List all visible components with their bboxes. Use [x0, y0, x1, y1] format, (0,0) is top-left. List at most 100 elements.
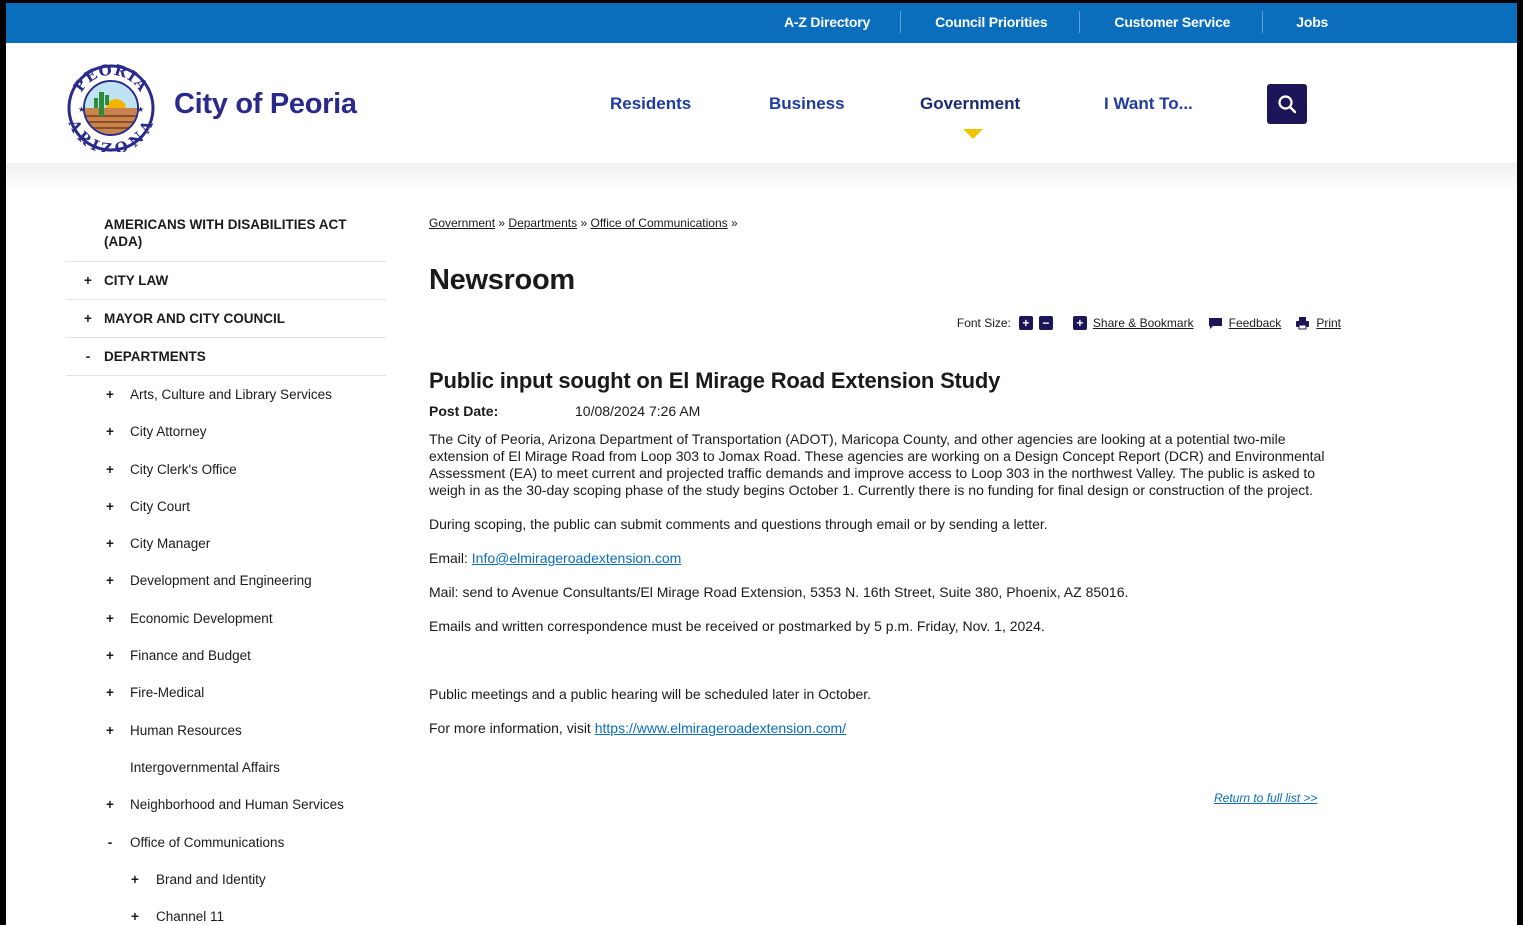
sidebar-item-label: Fire-Medical [130, 685, 205, 701]
sidebar-item-label: Channel 11 [156, 909, 225, 925]
sidebar-subitem-economic-development[interactable]: + Economic Development [66, 600, 386, 637]
sidebar-item-label: MAYOR AND CITY COUNCIL [104, 311, 286, 326]
header-shadow-band [0, 163, 1523, 193]
feedback-link[interactable]: Feedback [1229, 316, 1282, 330]
sidebar-subitem-city-attorney[interactable]: + City Attorney [66, 413, 386, 450]
expand-plus-icon[interactable]: + [104, 712, 116, 749]
sidebar-item-label: Finance and Budget [130, 648, 251, 664]
site-name[interactable]: City of Peoria [174, 88, 357, 121]
sidebar-item-ada[interactable]: AMERICANS WITH DISABILITIES ACT (ADA) [66, 216, 386, 262]
page-toolbar: Font Size: + − + Share & Bookmark Feedba… [957, 316, 1341, 330]
feedback-icon[interactable] [1208, 317, 1223, 330]
active-nav-caret-icon [963, 129, 983, 139]
sidebar-item-label: City Court [130, 498, 191, 514]
post-date-label: Post Date: [429, 403, 499, 419]
post-date-value: 10/08/2024 7:26 AM [575, 403, 701, 419]
sidebar-item-label: Human Resources [130, 722, 242, 738]
breadcrumb-separator: » [498, 216, 506, 230]
breadcrumb-link-government[interactable]: Government [429, 216, 495, 230]
more-info-link[interactable]: https://www.elmirageroadextension.com/ [595, 720, 846, 736]
utility-bar: A-Z Directory Council Priorities Custome… [0, 0, 1523, 43]
article-paragraph: Emails and written correspondence must b… [429, 618, 1045, 634]
search-icon [1278, 95, 1297, 114]
post-date: Post Date: 10/08/2024 7:26 AM [429, 403, 700, 419]
expand-plus-icon[interactable]: + [129, 898, 141, 925]
sidebar-subitem-development-engineering[interactable]: + Development and Engineering [66, 562, 386, 599]
sidebar-item-label: City Attorney [130, 424, 207, 440]
sidebar-subitem-office-of-communications[interactable]: - Office of Communications [66, 824, 386, 861]
main-content: Government » Departments » Office of Com… [429, 216, 1341, 805]
expand-plus-icon[interactable]: + [104, 525, 116, 562]
breadcrumb-link-office-of-communications[interactable]: Office of Communications [590, 216, 727, 230]
article-paragraph: During scoping, the public can submit co… [429, 516, 1048, 532]
sidebar-subitem-city-clerk[interactable]: + City Clerk's Office [66, 451, 386, 488]
nav-residents[interactable]: Residents [610, 94, 691, 114]
utility-link-jobs[interactable]: Jobs [1263, 14, 1328, 30]
article-more-info: For more information, visit https://www.… [429, 720, 1341, 737]
print-link[interactable]: Print [1316, 316, 1341, 330]
share-plus-icon[interactable]: + [1072, 316, 1087, 330]
sidebar-subitem-fire-medical[interactable]: + Fire-Medical [66, 674, 386, 711]
more-info-label: For more information, visit [429, 720, 595, 736]
page-title: Newsroom [429, 264, 575, 296]
breadcrumb-separator: » [731, 216, 738, 230]
collapse-minus-icon[interactable]: - [104, 824, 116, 861]
sidebar-item-label: City Clerk's Office [130, 461, 237, 477]
font-increase-icon[interactable]: + [1018, 316, 1033, 330]
expand-plus-icon[interactable]: + [104, 376, 116, 413]
expand-plus-icon[interactable]: + [104, 786, 116, 823]
sidebar-item-label: City Manager [130, 536, 211, 552]
sidebar-subitem-channel-11[interactable]: + Channel 11 [66, 898, 386, 925]
utility-link-az-directory[interactable]: A-Z Directory [766, 14, 900, 30]
email-link[interactable]: Info@elmirageroadextension.com [472, 550, 682, 566]
sidebar-subitem-city-manager[interactable]: + City Manager [66, 525, 386, 562]
sidebar-item-departments[interactable]: - DEPARTMENTS [66, 338, 386, 376]
sidebar-subitem-city-court[interactable]: + City Court [66, 488, 386, 525]
expand-plus-icon[interactable]: + [104, 451, 116, 488]
sidebar-item-label: Neighborhood and Human Services [130, 797, 344, 813]
search-button[interactable] [1267, 84, 1307, 124]
article-body: The City of Peoria, Arizona Department o… [429, 431, 1341, 754]
expand-plus-icon[interactable]: + [104, 600, 116, 637]
email-label: Email: [429, 550, 472, 566]
expand-plus-icon[interactable]: + [82, 300, 94, 338]
sidebar-item-city-law[interactable]: + CITY LAW [66, 262, 386, 300]
city-seal-logo[interactable]: PEORIA ARIZONA ★ ★ [66, 64, 156, 152]
sidebar-item-label: Brand and Identity [156, 871, 266, 887]
expand-plus-icon[interactable]: + [104, 488, 116, 525]
sidebar-subitem-brand-identity[interactable]: + Brand and Identity [66, 861, 386, 898]
print-icon[interactable] [1295, 316, 1310, 330]
nav-business[interactable]: Business [769, 94, 845, 114]
expand-plus-icon[interactable]: + [104, 562, 116, 599]
svg-text:★: ★ [78, 105, 85, 114]
nav-government[interactable]: Government [920, 94, 1020, 114]
sidebar-item-mayor-council[interactable]: + MAYOR AND CITY COUNCIL [66, 300, 386, 338]
expand-plus-icon[interactable]: + [104, 674, 116, 711]
sidebar-subitem-arts-culture[interactable]: + Arts, Culture and Library Services [66, 376, 386, 413]
svg-text:★: ★ [137, 105, 144, 114]
expand-plus-icon[interactable]: + [104, 413, 116, 450]
breadcrumb-separator: » [580, 216, 588, 230]
sidebar-item-label: Arts, Culture and Library Services [130, 387, 332, 402]
article-title: Public input sought on El Mirage Road Ex… [429, 368, 1001, 393]
font-decrease-icon[interactable]: − [1038, 316, 1053, 330]
expand-plus-icon[interactable]: + [129, 861, 141, 898]
sidebar-item-label: Office of Communications [130, 834, 285, 850]
collapse-minus-icon[interactable]: - [82, 338, 94, 376]
breadcrumb-link-departments[interactable]: Departments [508, 216, 577, 230]
share-bookmark-link[interactable]: Share & Bookmark [1093, 316, 1194, 330]
nav-i-want-to[interactable]: I Want To... [1104, 94, 1193, 114]
sidebar-item-label: Development and Engineering [130, 573, 312, 589]
sidebar-item-label: Economic Development [130, 610, 273, 626]
sidebar-subitem-intergovernmental-affairs[interactable]: Intergovernmental Affairs [66, 749, 386, 786]
utility-link-council-priorities[interactable]: Council Priorities [901, 14, 1079, 30]
expand-plus-icon[interactable]: + [104, 637, 116, 674]
sidebar-subitem-neighborhood-human-services[interactable]: + Neighborhood and Human Services [66, 786, 386, 823]
sidebar-item-label: CITY LAW [104, 273, 169, 288]
sidebar-subitem-human-resources[interactable]: + Human Resources [66, 712, 386, 749]
return-to-list-link[interactable]: Return to full list >> [1214, 791, 1317, 805]
expand-plus-icon[interactable]: + [82, 262, 94, 300]
breadcrumb: Government » Departments » Office of Com… [429, 216, 1341, 232]
sidebar-subitem-finance-budget[interactable]: + Finance and Budget [66, 637, 386, 674]
utility-link-customer-service[interactable]: Customer Service [1080, 14, 1262, 30]
